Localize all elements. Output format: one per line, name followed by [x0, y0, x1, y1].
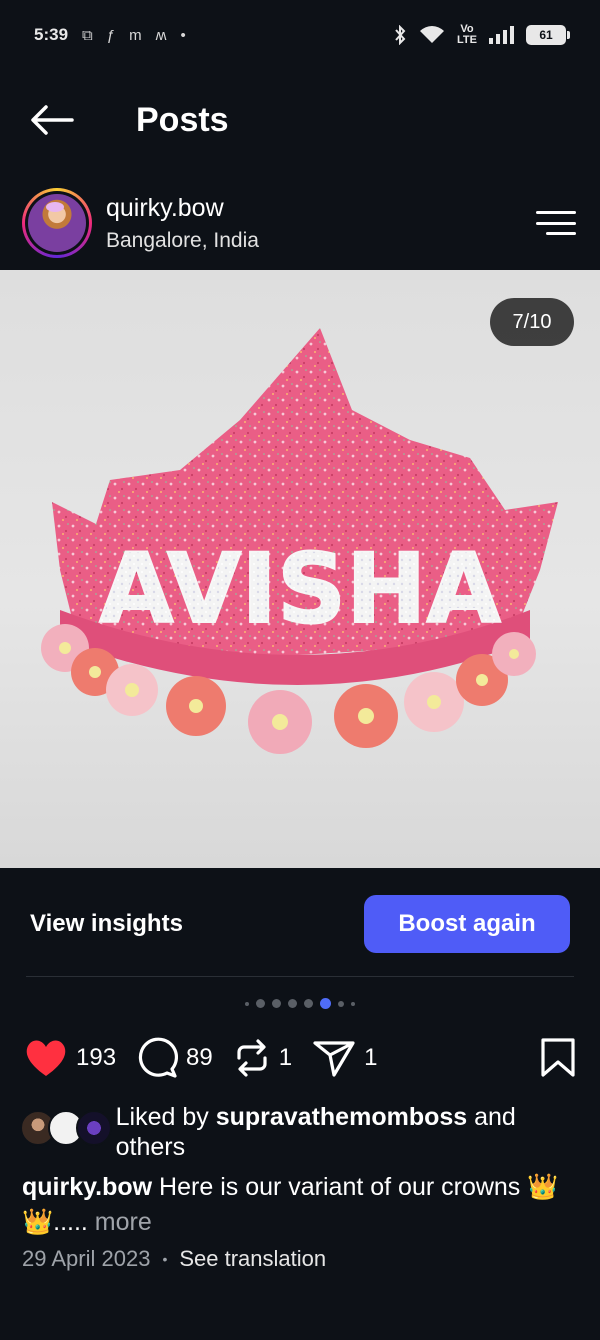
post-author-row: quirky.bow Bangalore, India	[0, 180, 600, 266]
comments-count[interactable]: 89	[186, 1044, 213, 1072]
carousel-dot-active	[320, 998, 331, 1009]
liked-by-prefix: Liked by	[115, 1103, 216, 1131]
author-username[interactable]: quirky.bow	[106, 194, 259, 223]
volte-icon: Vo LTE	[457, 23, 477, 46]
shares-count[interactable]: 1	[364, 1044, 377, 1072]
m-icon: ʍ	[155, 26, 167, 44]
post-location[interactable]: Bangalore, India	[106, 229, 259, 253]
post-image[interactable]: AVISHA	[0, 270, 600, 868]
carousel-indicator	[0, 998, 600, 1009]
status-bar: 5:39 ⧉ ƒ m ʍ • Vo LTE 61	[0, 0, 600, 70]
more-link[interactable]: more	[88, 1208, 152, 1236]
share-icon[interactable]	[312, 1038, 356, 1078]
comment-icon[interactable]	[136, 1037, 179, 1079]
hamburger-icon[interactable]	[536, 211, 576, 235]
likes-count[interactable]: 193	[76, 1044, 116, 1072]
avatar[interactable]	[22, 188, 92, 258]
image-counter: 7/10	[490, 298, 574, 346]
liked-by[interactable]: Liked by supravathemomboss and others	[20, 1102, 580, 1162]
repost-icon[interactable]	[233, 1038, 271, 1078]
m-icon: m	[129, 26, 142, 44]
carousel-dot	[272, 999, 281, 1008]
post-meta: 29 April 2023 • See translation	[22, 1246, 326, 1272]
divider	[26, 976, 574, 977]
liked-by-user[interactable]: supravathemomboss	[216, 1103, 467, 1131]
dot-icon: •	[180, 26, 186, 44]
separator-dot: •	[162, 1251, 168, 1267]
app-header: Posts	[0, 82, 600, 158]
caption-username[interactable]: quirky.bow	[22, 1173, 152, 1201]
status-time: 5:39	[34, 25, 69, 44]
carousel-dot	[338, 1000, 344, 1007]
liked-by-text: Liked by supravathemomboss and others	[116, 1102, 580, 1162]
liker-avatars	[20, 1110, 112, 1150]
signal-icon	[489, 26, 514, 44]
carousel-dot	[351, 1001, 355, 1006]
heart-icon[interactable]	[24, 1038, 68, 1078]
post-caption: quirky.bow Here is our variant of our cr…	[22, 1170, 578, 1240]
screen-icon: ⧉	[82, 26, 93, 44]
crown-name-text: AVISHA	[99, 533, 501, 645]
view-insights-link[interactable]: View insights	[30, 910, 183, 938]
battery-level: 61	[539, 28, 553, 42]
facebook-icon: ƒ	[106, 26, 116, 44]
carousel-dot	[304, 999, 313, 1008]
page-title: Posts	[136, 100, 229, 139]
arrow-left-icon[interactable]	[30, 100, 76, 140]
avatar	[76, 1110, 112, 1146]
carousel-dot	[245, 1001, 249, 1006]
see-translation-link[interactable]: See translation	[179, 1246, 326, 1272]
battery-icon: 61	[526, 25, 570, 45]
carousel-dot	[288, 999, 297, 1008]
reposts-count[interactable]: 1	[279, 1044, 292, 1072]
wifi-icon	[420, 26, 445, 43]
post-date: 29 April 2023	[22, 1246, 151, 1271]
bookmark-icon[interactable]	[540, 1038, 576, 1078]
post-actions: 193 89 1 1	[0, 1034, 600, 1082]
boost-again-button[interactable]: Boost again	[364, 895, 570, 953]
bluetooth-icon	[395, 25, 406, 45]
insights-row: View insights Boost again	[0, 894, 600, 954]
carousel-dot	[256, 999, 265, 1008]
